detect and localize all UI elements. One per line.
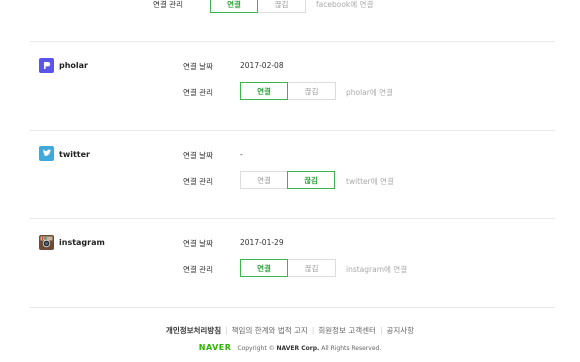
divider xyxy=(30,218,555,219)
facebook-toggle: 연결 끊김 xyxy=(210,0,306,13)
manage-label: 연결 관리 xyxy=(153,0,183,9)
footer-links: 개인정보처리방침 | 책임의 한계와 법적 고지 | 회원정보 고객센터 | 공지사항 xyxy=(165,326,415,335)
pholar-date: 2017-02-08 xyxy=(240,61,284,70)
twitter-disconnect-button[interactable]: 끊김 xyxy=(287,171,335,189)
pholar-toggle: 연결 끊김 xyxy=(240,82,336,100)
pholar-disconnect-button[interactable]: 끊김 xyxy=(288,82,336,100)
divider xyxy=(30,307,555,308)
divider xyxy=(30,130,555,131)
instagram-disconnect-button[interactable]: 끊김 xyxy=(288,259,336,277)
twitter-toggle: 연결 끊김 xyxy=(240,171,335,189)
twitter-date: - xyxy=(240,150,243,159)
facebook-connect-button[interactable]: 연결 xyxy=(210,0,258,13)
manage-label: 연결 관리 xyxy=(183,177,213,186)
instagram-connect-button[interactable]: 연결 xyxy=(240,259,288,277)
copyright-prefix: Copyright © xyxy=(237,345,275,352)
twitter-icon xyxy=(39,146,54,161)
customer-center-link[interactable]: 회원정보 고객센터 xyxy=(318,326,376,335)
manage-label: 연결 관리 xyxy=(183,265,213,274)
facebook-disconnect-button[interactable]: 끊김 xyxy=(258,0,306,13)
manage-label: 연결 관리 xyxy=(183,88,213,97)
date-label: 연결 날짜 xyxy=(183,239,213,248)
instagram-icon xyxy=(39,235,54,250)
pholar-name: pholar xyxy=(59,61,89,70)
date-label: 연결 날짜 xyxy=(183,62,213,71)
privacy-policy-link[interactable]: 개인정보처리방침 xyxy=(166,326,221,335)
instagram-hint: instagram에 연결 xyxy=(346,265,408,274)
twitter-connect-button[interactable]: 연결 xyxy=(240,171,288,189)
twitter-hint: twitter에 연결 xyxy=(346,177,394,186)
divider xyxy=(30,41,555,42)
date-label: 연결 날짜 xyxy=(183,151,213,160)
pholar-connect-button[interactable]: 연결 xyxy=(240,82,288,100)
twitter-name: twitter xyxy=(59,150,90,159)
legal-notice-link[interactable]: 책임의 한계와 법적 고지 xyxy=(232,326,308,335)
instagram-date: 2017-01-29 xyxy=(240,238,284,247)
pholar-hint: pholar에 연결 xyxy=(346,88,393,97)
copyright-company: NAVER Corp. xyxy=(276,345,320,352)
notice-link[interactable]: 공지사항 xyxy=(386,326,414,335)
instagram-toggle: 연결 끊김 xyxy=(240,259,336,277)
instagram-name: instagram xyxy=(59,238,105,247)
pholar-icon xyxy=(39,58,54,73)
facebook-hint: facebook에 연결 xyxy=(316,0,374,9)
copyright-suffix: All Rights Reserved. xyxy=(321,345,382,352)
naver-logo[interactable]: NAVER xyxy=(199,343,232,352)
copyright: NAVER Copyright © NAVER Corp. All Rights… xyxy=(0,343,580,352)
